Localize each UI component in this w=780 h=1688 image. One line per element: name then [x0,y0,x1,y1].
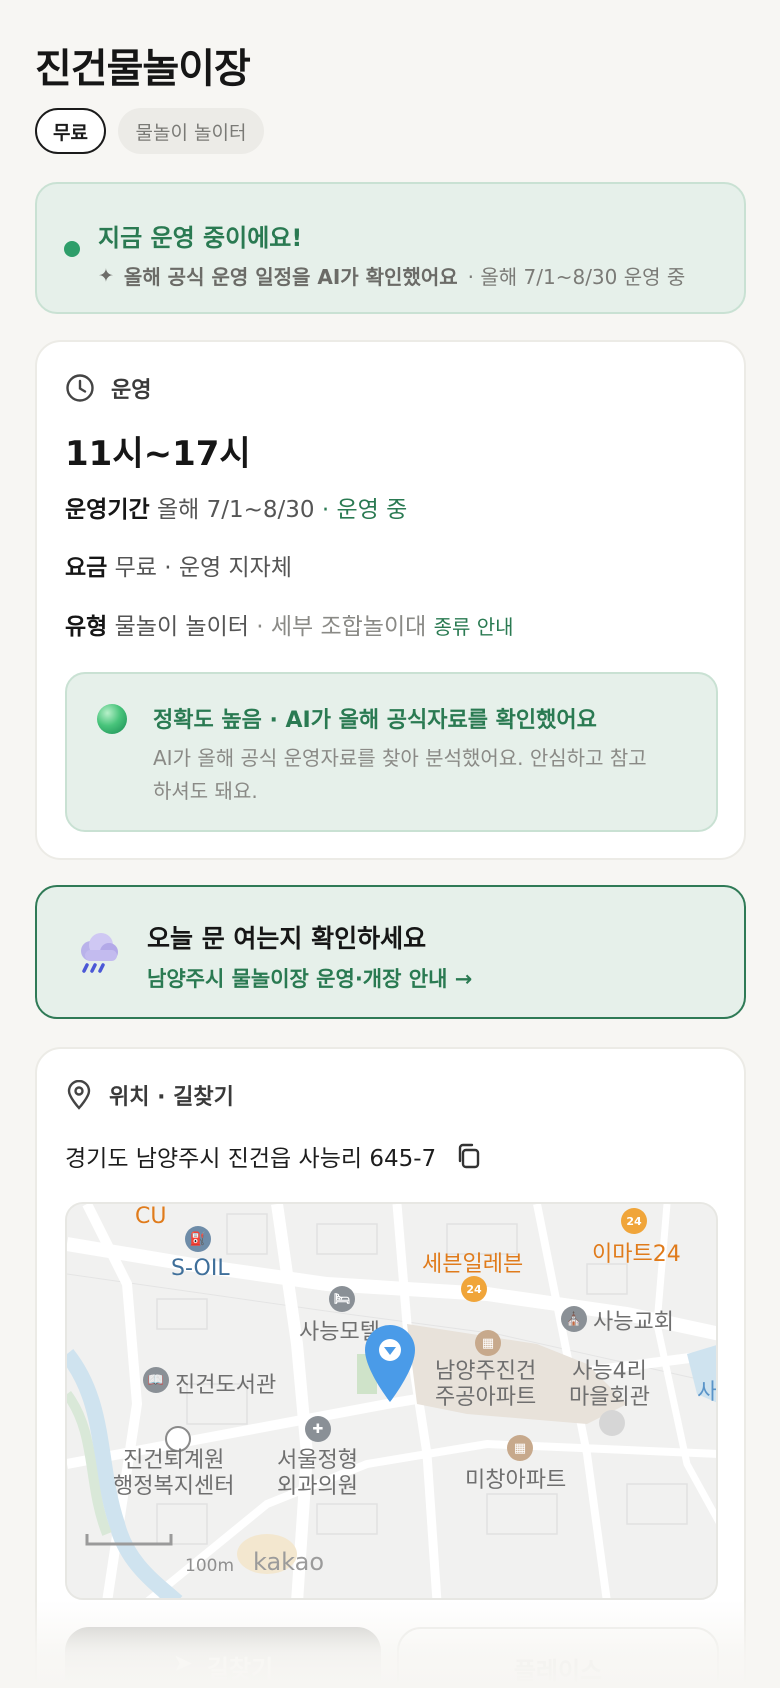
place-button[interactable]: 플레이스 [397,1627,719,1688]
clock-icon [66,374,94,402]
map-label-church: 사능교회 [593,1310,674,1335]
church-icon: ⛪ [561,1306,587,1332]
map-scale-text: 100m [185,1556,235,1576]
fee-value: 무료 · 운영 지자체 [114,555,293,581]
map-provider-logo: kakao [253,1548,325,1576]
map-label-clinic: 서울정형 외과의원 [277,1448,358,1499]
location-card: 위치 · 길찾기 경기도 남양주시 진건읍 사능리 645-7 CU ⛽ S-O… [35,1047,746,1688]
location-pin-icon [67,1080,91,1110]
type-guide-link[interactable]: 종류 안내 [434,615,514,639]
accuracy-text: AI가 올해 공식 운영자료를 찾아 분석했어요. 안심하고 참고하셔도 돼요. [153,746,647,803]
type-label: 유형 [65,614,108,640]
page-title: 진건물놀이장 [35,46,251,92]
accuracy-box: 정확도 높음 · AI가 올해 공식자료를 확인했어요 AI가 올해 공식 운영… [65,672,718,832]
period-label: 운영기간 [65,497,150,523]
location-section-title: 위치 · 길찾기 [109,1085,234,1110]
copy-icon[interactable] [454,1141,484,1171]
page: 진건물놀이장 무료 물놀이 놀이터 지금 운영 중이에요! ✦ 올해 공식 운영… [0,0,780,1688]
type-value: 물놀이 놀이터 [114,614,249,640]
map-label-hall: 사능4리 마을회관 [569,1359,650,1410]
sparkle-icon: ✦ [98,264,114,287]
rain-cloud-icon [81,933,118,973]
map-label-seven: 세븐일레븐 [422,1252,524,1277]
map-label-emart: 이마트24 [592,1242,681,1267]
ai-note: 올해 공식 운영 일정을 AI가 확인했어요 [123,265,458,289]
map-label-library: 진건도서관 [175,1373,277,1398]
convenience-store-icon: 24 [621,1208,647,1234]
operation-section-title: 운영 [111,378,152,403]
address-text: 경기도 남양주시 진건읍 사능리 645-7 [65,1146,437,1172]
directions-button-label: 길찾기 [206,1655,274,1683]
status-dot-icon [64,241,80,257]
fee-label: 요금 [65,555,108,581]
apartment-icon: ▦ [507,1435,533,1461]
map-label-cu: CU [135,1204,167,1229]
type-chip[interactable]: 물놀이 놀이터 [118,108,264,154]
operation-card: 운영 11시~17시 운영기간 올해 7/1~8/30 · 운영 중 요금 무료… [35,340,746,860]
fee-row: 요금 무료 · 운영 지자체 [65,548,292,582]
operation-header: 운영 [65,372,151,404]
map-label-edge: 사 [697,1380,718,1405]
status-subtitle: ✦ 올해 공식 운영 일정을 AI가 확인했어요 · 올해 7/1~8/30 운… [98,261,685,290]
library-icon: 📖 [143,1367,169,1393]
apartment-icon: ▦ [475,1330,501,1356]
price-chip[interactable]: 무료 [35,108,106,154]
period-row: 운영기간 올해 7/1~8/30 · 운영 중 [65,490,407,524]
period-value: 올해 7/1~8/30 [156,497,315,523]
accuracy-title: 정확도 높음 · AI가 올해 공식자료를 확인했어요 [153,708,597,733]
map-marker-icon [365,1325,415,1402]
notice-title: 오늘 문 여는지 확인하세요 [147,924,427,953]
directions-button[interactable]: ➤ 길찾기 [65,1627,381,1688]
map-label-soil: S-OIL [171,1256,230,1281]
schedule-text: · 올해 7/1~8/30 운영 중 [467,265,686,289]
motel-icon: 🛏 [329,1286,355,1312]
open-status-card: 지금 운영 중이에요! ✦ 올해 공식 운영 일정을 AI가 확인했어요 · 올… [35,182,746,314]
convenience-store-icon: 24 [461,1276,487,1302]
map-label-center: 진건퇴계원 행정복지센터 [113,1448,235,1499]
map-view[interactable]: CU ⛽ S-OIL 세븐일레븐 24 24 이마트24 ⛪ 사능교회 🛏 사능… [65,1202,718,1600]
address-row: 경기도 남양주시 진건읍 사능리 645-7 [65,1139,484,1173]
map-label-apt1: 남양주진건 주공아파트 [435,1359,537,1410]
gas-station-icon: ⛽ [185,1226,211,1252]
operating-hours: 11시~17시 [65,434,251,474]
map-label-apt2: 미창아파트 [465,1468,567,1493]
type-row: 유형 물놀이 놀이터 · 세부 조합놀이대 종류 안내 [65,607,514,641]
send-arrow-icon: ➤ [172,1649,193,1677]
hospital-icon: ✚ [305,1416,331,1442]
status-title: 지금 운영 중이에요! [98,224,303,252]
building-icon [599,1410,625,1436]
open-check-notice[interactable]: 오늘 문 여는지 확인하세요 남양주시 물놀이장 운영·개장 안내 → [35,885,746,1019]
location-header: 위치 · 길찾기 [65,1079,234,1111]
ai-orb-icon [97,704,127,734]
period-status: · 운영 중 [321,497,408,523]
notice-link[interactable]: 남양주시 물놀이장 운영·개장 안내 → [147,963,472,993]
type-detail: · 세부 조합놀이대 [256,614,427,640]
